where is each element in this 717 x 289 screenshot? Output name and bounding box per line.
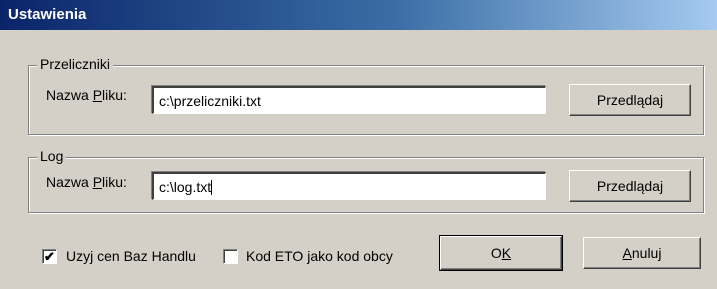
use-prices-label[interactable]: Uzyj cen Baz Handlu xyxy=(66,248,196,264)
log-group: Log Nazwa Pliku: c:\log.txt Przedlądaj xyxy=(28,148,704,213)
przeliczniki-file-input[interactable]: c:\przeliczniki.txt xyxy=(152,86,546,114)
ok-text: O xyxy=(490,245,502,261)
eto-code-label[interactable]: Kod ETO jako kod obcy xyxy=(246,248,393,264)
cancel-button[interactable]: Anuluj xyxy=(583,237,701,269)
przeliczniki-legend: Przeliczniki xyxy=(37,56,114,72)
przeliczniki-browse-button[interactable]: Przedlądaj xyxy=(569,84,691,116)
cancel-label: Anuluj xyxy=(623,245,662,261)
ok-label: OK xyxy=(491,245,511,261)
przeliczniki-file-label: Nazwa Pliku: xyxy=(46,87,127,103)
label-accelerator: P xyxy=(92,87,103,103)
log-legend: Log xyxy=(37,148,67,164)
text-cursor xyxy=(211,180,213,195)
ok-button[interactable]: OK xyxy=(439,235,563,271)
log-file-input[interactable]: c:\log.txt xyxy=(152,172,546,200)
label-text-rest: liku: xyxy=(102,87,127,103)
label-accelerator: P xyxy=(92,174,103,190)
use-prices-checkbox[interactable]: ✔ xyxy=(42,249,57,264)
label-text: Nazwa xyxy=(46,87,93,103)
window-title: Ustawienia xyxy=(8,6,87,23)
cancel-accelerator: A xyxy=(622,245,632,261)
log-file-label: Nazwa Pliku: xyxy=(46,174,127,190)
label-text-rest: liku: xyxy=(102,174,127,190)
log-file-value: c:\log.txt xyxy=(159,179,212,195)
eto-code-checkbox[interactable] xyxy=(223,249,238,264)
cancel-text-rest: nuluj xyxy=(631,245,662,261)
przeliczniki-file-value: c:\przeliczniki.txt xyxy=(159,93,261,109)
przeliczniki-group: Przeliczniki Nazwa Pliku: c:\przelicznik… xyxy=(28,56,704,135)
title-bar: Ustawienia xyxy=(0,0,717,30)
log-browse-button[interactable]: Przedlądaj xyxy=(569,170,691,202)
ok-accelerator: K xyxy=(501,245,512,261)
label-text: Nazwa xyxy=(46,174,93,190)
